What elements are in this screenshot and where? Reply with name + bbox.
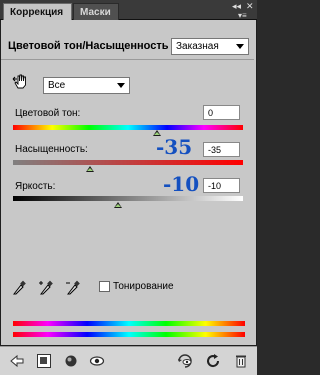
hue-slider-track[interactable] (13, 125, 243, 130)
divider (1, 59, 254, 60)
eyedropper-minus-icon[interactable] (65, 280, 81, 296)
preset-value: Заказная (176, 41, 219, 52)
hue-value-field[interactable]: 0 (203, 105, 240, 120)
reset-icon[interactable] (205, 353, 221, 369)
saturation-slider-track[interactable] (13, 160, 243, 165)
eyedropper-plus-icon[interactable] (38, 280, 54, 296)
spectrum-bar-top (13, 321, 245, 326)
circle-icon[interactable] (63, 353, 79, 369)
eye-icon[interactable] (89, 353, 105, 369)
lightness-slider-thumb[interactable] (114, 202, 122, 208)
collapse-icon[interactable]: ◂◂ (232, 1, 241, 11)
saturation-value-field[interactable]: -35 (203, 142, 240, 157)
expand-icon[interactable] (36, 353, 52, 369)
page-title: Цветовой тон/Насыщенность (8, 40, 169, 52)
preset-select[interactable]: Заказная (171, 38, 249, 55)
adjustments-panel: Коррекция Маски ◂◂ ✕ ▾≡ Цветовой тон/Нас… (0, 0, 257, 375)
close-icon[interactable]: ✕ (246, 1, 254, 11)
spectrum-bar-bottom (13, 332, 245, 337)
lightness-label: Яркость: (15, 181, 56, 192)
eye-arrow-icon[interactable] (177, 353, 193, 369)
saturation-label: Насыщенность: (15, 144, 88, 155)
hue-label: Цветовой тон: (15, 108, 81, 119)
lightness-big-number: -10 (163, 172, 200, 196)
back-arrow-icon[interactable] (9, 353, 25, 369)
bottom-toolbar (0, 346, 257, 375)
chevron-down-icon (236, 44, 244, 49)
tab-bar: Коррекция Маски ◂◂ ✕ ▾≡ (0, 0, 257, 20)
trash-icon[interactable] (233, 353, 249, 369)
lightness-slider-track[interactable] (13, 196, 243, 201)
chevron-down-icon (117, 83, 125, 88)
colorize-label: Тонирование (113, 281, 174, 292)
hand-icon[interactable] (12, 73, 30, 91)
tab-adjustments[interactable]: Коррекция (3, 3, 72, 20)
eyedropper-icon[interactable] (11, 280, 27, 296)
colorize-checkbox[interactable] (99, 281, 110, 292)
tab-masks[interactable]: Маски (73, 3, 119, 20)
channel-value: Все (48, 80, 66, 91)
saturation-slider-thumb[interactable] (86, 166, 94, 172)
lightness-value-field[interactable]: -10 (203, 178, 240, 193)
channel-select[interactable]: Все (43, 77, 130, 94)
saturation-big-number: -35 (156, 135, 193, 159)
